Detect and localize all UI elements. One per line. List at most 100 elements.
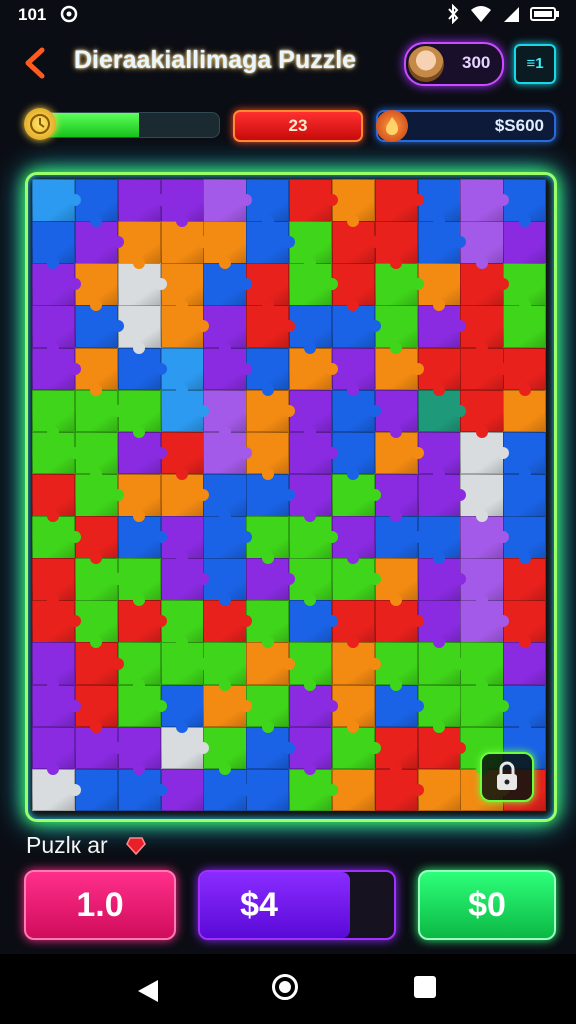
puzzle-tab	[347, 720, 360, 733]
buy-button[interactable]: $0	[418, 870, 556, 940]
puzzle-tab	[368, 657, 381, 670]
puzzle-piece[interactable]	[331, 768, 376, 812]
puzzle-tab	[218, 341, 231, 354]
puzzle-piece[interactable]	[74, 768, 119, 812]
puzzle-tab	[68, 446, 81, 459]
nav-recents-icon[interactable]	[414, 976, 436, 998]
lock-button[interactable]	[480, 752, 534, 802]
puzzle-tab	[325, 699, 338, 712]
puzzle-tab	[261, 467, 274, 480]
puzzle-tab	[475, 257, 488, 270]
puzzle-tab	[497, 446, 510, 459]
puzzle-piece[interactable]	[417, 768, 461, 812]
page-title: Dieraakiallimaga Puzzle	[74, 46, 357, 74]
puzzle-tab	[261, 299, 274, 312]
puzzle-piece[interactable]	[503, 473, 547, 517]
puzzle-tab	[475, 594, 488, 607]
score-box: $S600	[376, 110, 556, 142]
puzzle-tab	[218, 678, 231, 691]
puzzle-tab	[175, 720, 188, 733]
status-time: 101	[18, 5, 47, 24]
puzzle-tab	[518, 720, 531, 733]
wifi-icon	[470, 5, 492, 28]
puzzle-tab	[411, 446, 424, 459]
menu-button[interactable]: ≡1	[514, 44, 556, 84]
signal-icon	[502, 5, 520, 28]
puzzle-tab	[368, 236, 381, 249]
puzzle-tab	[133, 762, 146, 775]
puzzle-tab	[218, 425, 231, 438]
puzzle-tab	[197, 657, 210, 670]
puzzle-tab	[68, 362, 81, 375]
puzzle-tab	[518, 215, 531, 228]
puzzle-tab	[432, 215, 445, 228]
puzzle-piece[interactable]	[503, 642, 547, 686]
puzzle-tab	[47, 678, 60, 691]
puzzle-tab	[154, 699, 167, 712]
puzzle-tab	[218, 510, 231, 523]
heart-gem-icon	[124, 833, 148, 857]
puzzle-piece[interactable]	[160, 768, 204, 812]
puzzle-tab	[68, 531, 81, 544]
bluetooth-icon	[446, 3, 460, 29]
puzzle-tab	[261, 215, 274, 228]
puzzle-piece[interactable]	[503, 558, 547, 601]
puzzle-piece[interactable]	[503, 305, 547, 349]
stats-row: 23 $S600	[0, 108, 576, 144]
puzzle-tab	[325, 446, 338, 459]
timer-icon	[24, 108, 56, 140]
puzzle-tab	[90, 383, 103, 396]
value-button[interactable]: 1.0	[24, 870, 176, 940]
puzzle-tab	[261, 720, 274, 733]
back-button[interactable]	[20, 44, 52, 82]
system-nav-bar	[0, 954, 576, 1024]
puzzle-tab	[518, 299, 531, 312]
battery-icon	[530, 6, 560, 27]
puzzle-tab	[411, 615, 424, 628]
puzzle-tab	[325, 194, 338, 207]
puzzle-tab	[432, 383, 445, 396]
puzzle-tab	[390, 762, 403, 775]
puzzle-tab	[240, 446, 253, 459]
puzzle-tab	[47, 341, 60, 354]
header: Dieraakiallimaga Puzzle 300 ≡1	[0, 36, 576, 92]
puzzle-tab	[347, 383, 360, 396]
puzzle-tab	[432, 552, 445, 565]
puzzle-piece[interactable]	[503, 389, 547, 433]
puzzle-tab	[368, 404, 381, 417]
puzzle-tab	[411, 783, 424, 796]
puzzle-tab	[411, 362, 424, 375]
price-button[interactable]: $4	[198, 870, 396, 940]
puzzle-tab	[432, 467, 445, 480]
puzzle-tab	[154, 783, 167, 796]
user-score: 300	[462, 53, 491, 72]
puzzle-grid[interactable]	[32, 179, 547, 812]
puzzle-tab	[175, 467, 188, 480]
puzzle-tab	[304, 341, 317, 354]
puzzle-tab	[175, 383, 188, 396]
puzzle-board[interactable]	[25, 172, 557, 822]
nav-home-icon[interactable]	[272, 974, 298, 1000]
puzzle-tab	[197, 404, 210, 417]
moves-counter: 23	[233, 110, 363, 142]
user-chip[interactable]: 300	[404, 42, 504, 86]
nav-back-icon[interactable]	[136, 978, 160, 1009]
puzzle-tab	[475, 341, 488, 354]
puzzle-piece[interactable]	[503, 221, 547, 264]
puzzle-tab	[261, 383, 274, 396]
puzzle-tab	[154, 446, 167, 459]
puzzle-tab	[411, 531, 424, 544]
puzzle-tab	[261, 552, 274, 565]
puzzle-tab	[133, 678, 146, 691]
puzzle-tab	[411, 278, 424, 291]
progress-bar	[40, 112, 220, 138]
puzzle-piece[interactable]	[246, 768, 290, 812]
puzzle-tab	[390, 425, 403, 438]
puzzle-tab	[218, 762, 231, 775]
flame-icon	[376, 110, 408, 142]
puzzle-tab	[261, 636, 274, 649]
puzzle-tab	[154, 194, 167, 207]
puzzle-tab	[175, 215, 188, 228]
puzzle-tab	[454, 404, 467, 417]
price-button-label: $4	[240, 886, 278, 924]
